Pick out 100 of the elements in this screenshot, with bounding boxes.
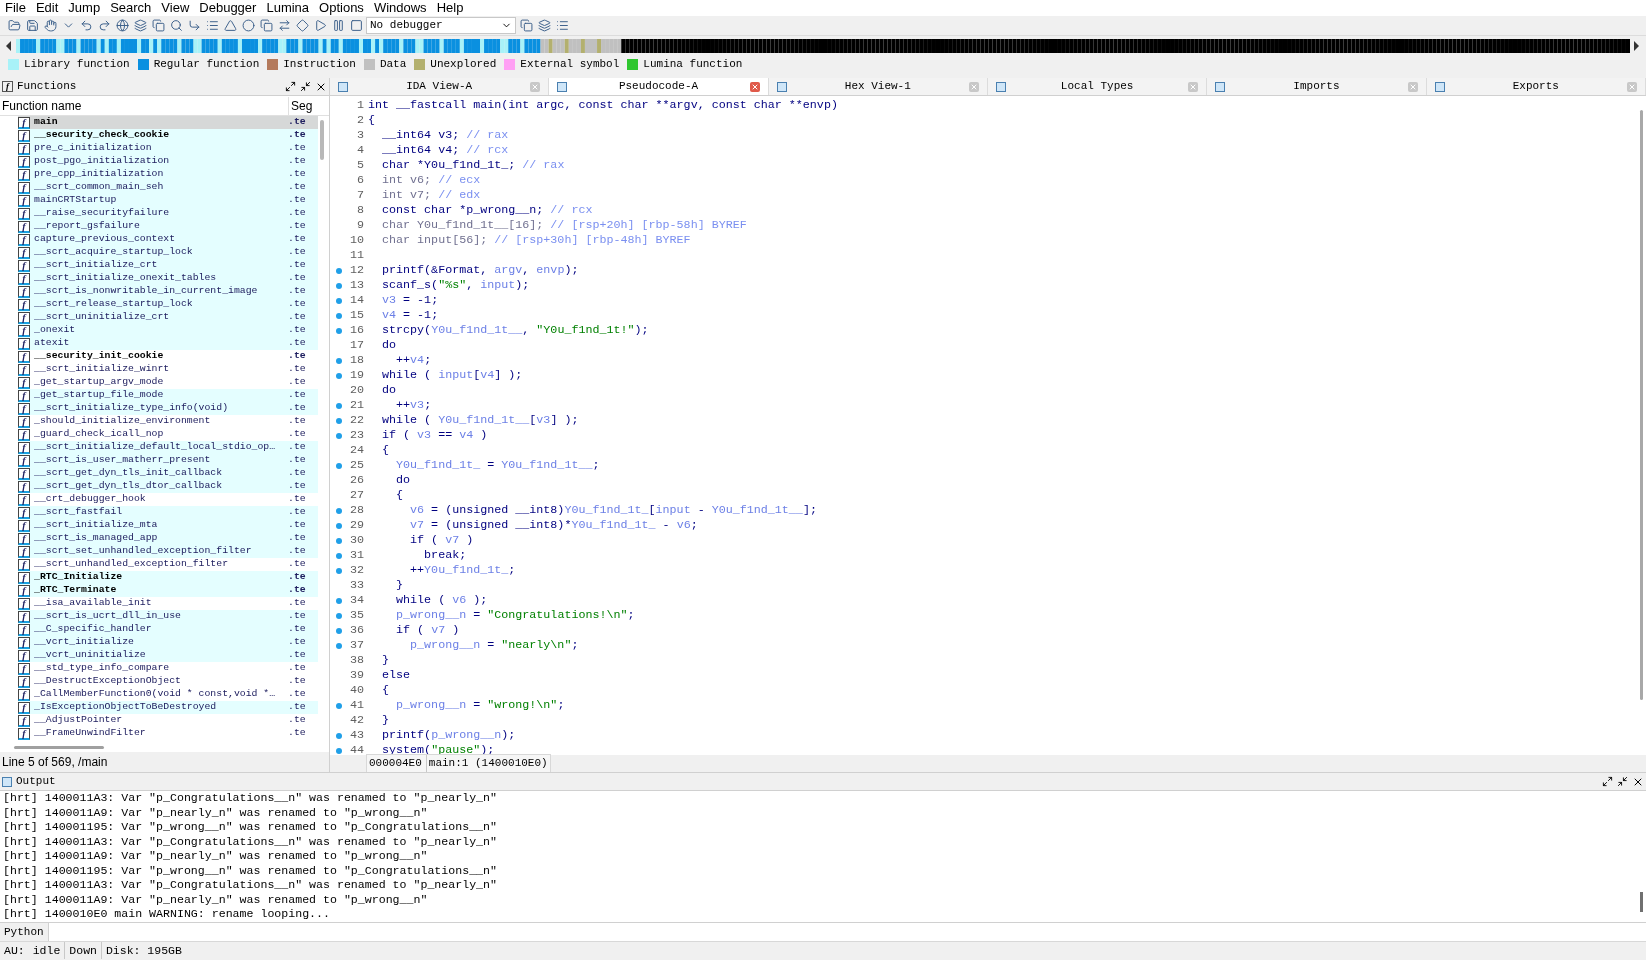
- menu-item[interactable]: Jump: [63, 0, 106, 16]
- function-row[interactable]: f __scrt_get_dyn_tls_dtor_callback .te: [18, 480, 318, 493]
- menu-item[interactable]: Options: [314, 0, 369, 16]
- function-name: capture_previous_context: [34, 232, 177, 247]
- triangle-icon[interactable]: [222, 17, 238, 34]
- line-number: 22: [348, 413, 364, 428]
- function-row[interactable]: f __scrt_is_ucrt_dll_in_use .te: [18, 610, 318, 623]
- copy-icon[interactable]: [258, 17, 274, 34]
- function-name: __isa_available_init: [34, 596, 153, 611]
- function-row[interactable]: f _onexit .te: [18, 324, 318, 337]
- output-line: [hrt] 140001195: Var "p_wrong__n" was renamed to "p_Congratulations__n": [3, 863, 498, 878]
- code-line: while ( input[v4] );: [381, 368, 523, 383]
- line-number: 11: [348, 248, 364, 263]
- scrollbar-thumb[interactable]: [1639, 892, 1643, 912]
- menu-item[interactable]: Windows: [368, 0, 432, 16]
- command-input-field[interactable]: [48, 923, 1646, 941]
- function-row[interactable]: f __scrt_get_dyn_tls_init_callback .te: [18, 467, 318, 480]
- function-row[interactable]: f __scrt_is_managed_app .te: [18, 532, 318, 545]
- function-row[interactable]: f mainCRTStartup .te: [18, 194, 318, 207]
- maximize-icon[interactable]: [1602, 776, 1613, 787]
- layers-icon[interactable]: [536, 17, 552, 34]
- column-header[interactable]: Seg: [288, 96, 313, 115]
- stop-icon[interactable]: [348, 17, 364, 34]
- function-row[interactable]: f capture_previous_context .te: [18, 233, 318, 246]
- function-glyph-icon: f: [18, 142, 30, 155]
- nav-left-arrow-icon[interactable]: [6, 41, 12, 51]
- restore-icon[interactable]: [1617, 776, 1628, 787]
- function-row[interactable]: f pre_cpp_initialization .te: [18, 168, 318, 181]
- function-row[interactable]: f __scrt_acquire_startup_lock .te: [18, 246, 318, 259]
- restore-icon[interactable]: [300, 81, 311, 92]
- column-header[interactable]: Function name: [0, 96, 288, 115]
- menu-item[interactable]: Edit: [30, 0, 64, 16]
- code-line: int v7; // edx: [381, 188, 481, 203]
- function-row[interactable]: f _RTC_Terminate .te: [18, 584, 318, 597]
- function-row[interactable]: f __raise_securityfailure .te: [18, 207, 318, 220]
- function-row[interactable]: f post_pgo_initialization .te: [18, 155, 318, 168]
- menu-item[interactable]: View: [156, 0, 195, 16]
- line-number: 33: [348, 578, 364, 593]
- function-row[interactable]: f pre_c_initialization .te: [18, 142, 318, 155]
- menu-item[interactable]: Search: [105, 0, 157, 16]
- function-row[interactable]: f _IsExceptionObjectToBeDestroyed .te: [18, 701, 318, 714]
- copy-icon[interactable]: [150, 17, 166, 34]
- circle-icon[interactable]: [240, 17, 256, 34]
- hand-icon[interactable]: [42, 17, 58, 34]
- menu-item[interactable]: Help: [431, 0, 469, 16]
- function-glyph-icon: f: [18, 324, 30, 337]
- function-row[interactable]: f __scrt_initialize_onexit_tables .te: [18, 272, 318, 285]
- function-row[interactable]: f __scrt_initialize_crt .te: [18, 259, 318, 272]
- function-row[interactable]: f atexit .te: [18, 337, 318, 350]
- function-row[interactable]: f __scrt_release_startup_lock .te: [18, 298, 318, 311]
- line-number: 42: [348, 713, 364, 728]
- function-row[interactable]: f __report_gsfailure .te: [18, 220, 318, 233]
- function-row[interactable]: f __vcrt_uninitialize .te: [18, 649, 318, 662]
- function-row[interactable]: f __security_check_cookie .te: [18, 129, 318, 142]
- menu-item[interactable]: File: [0, 0, 31, 16]
- globe-icon[interactable]: [114, 17, 130, 34]
- search-icon[interactable]: [168, 17, 184, 34]
- save-icon[interactable]: [24, 17, 40, 34]
- nav-right-arrow-icon[interactable]: [1634, 41, 1640, 51]
- function-row[interactable]: f __scrt_is_user_matherr_present .te: [18, 454, 318, 467]
- navigation-band-drawing[interactable]: [16, 39, 1630, 53]
- function-row[interactable]: f __C_specific_handler .te: [18, 623, 318, 636]
- scrollbar-thumb[interactable]: [14, 745, 104, 749]
- segment-cell: .te: [288, 284, 306, 299]
- output-line: [hrt] 1400011A3: Var "p_Congratulations__n" was renamed to "p_nearly_n": [3, 878, 498, 893]
- scrollbar-thumb[interactable]: [320, 120, 324, 160]
- copy-icon[interactable]: [518, 17, 534, 34]
- function-row[interactable]: f __scrt_initialize_type_info(void) .te: [18, 402, 318, 415]
- function-row[interactable]: f __vcrt_initialize .te: [18, 636, 318, 649]
- debugger-dropdown[interactable]: No debugger: [366, 17, 516, 34]
- function-row[interactable]: f _get_startup_file_mode .te: [18, 389, 318, 402]
- code-line: printf(&Format, argv, envp);: [381, 263, 579, 278]
- function-row[interactable]: f __scrt_is_nonwritable_in_current_image .te: [18, 285, 318, 298]
- output-line: [hrt] 1400011A3: Var "p_Congratulations__n" was renamed to "p_nearly_n": [3, 834, 498, 849]
- function-row[interactable]: f __scrt_uninitialize_crt .te: [18, 311, 318, 324]
- function-row[interactable]: f __scrt_initialize_default_local_stdio_op… .te: [18, 441, 318, 454]
- scrollbar-thumb[interactable]: [1639, 110, 1643, 700]
- maximize-icon[interactable]: [285, 81, 296, 92]
- function-row[interactable]: f __scrt_initialize_mta .te: [18, 519, 318, 532]
- menu-item[interactable]: Debugger: [194, 0, 262, 16]
- function-name: __scrt_acquire_startup_lock: [34, 245, 194, 260]
- menu-item[interactable]: Lumina: [261, 0, 315, 16]
- function-name: __security_check_cookie: [34, 128, 171, 143]
- function-glyph-icon: f: [18, 181, 30, 194]
- function-row[interactable]: f _RTC_Initialize .te: [18, 571, 318, 584]
- line-number: 15: [348, 308, 364, 323]
- tab[interactable]: Pseudocode-A: [549, 78, 769, 95]
- function-name: post_pgo_initialization: [34, 154, 171, 169]
- function-row[interactable]: f __scrt_set_unhandled_exception_filter .te: [18, 545, 318, 558]
- segment-cell: .te: [288, 115, 306, 130]
- line-number: 1: [356, 98, 364, 113]
- function-row[interactable]: f __scrt_common_main_seh .te: [18, 181, 318, 194]
- segment-cell: .te: [288, 518, 306, 533]
- function-row[interactable]: f main .te: [18, 116, 318, 129]
- diamond-icon[interactable]: [294, 17, 310, 34]
- function-row[interactable]: f __scrt_fastfail .te: [18, 506, 318, 519]
- line-number: 43: [348, 728, 364, 743]
- layers-icon[interactable]: [132, 17, 148, 34]
- code-line: v3 = -1;: [381, 293, 439, 308]
- function-glyph-icon: f: [18, 454, 30, 467]
